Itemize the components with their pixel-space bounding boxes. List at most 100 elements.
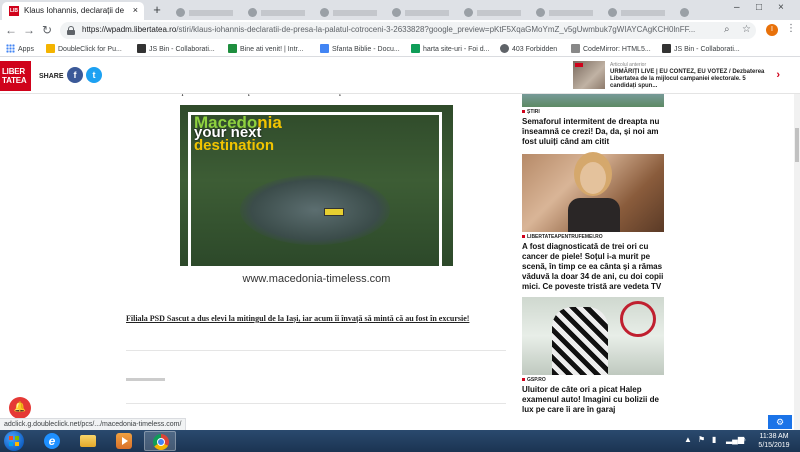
- story-title-link[interactable]: Uluitor de câte ori a picat Halep examen…: [522, 385, 667, 415]
- share-label: SHARE: [39, 73, 64, 80]
- zoom-magnifier-icon[interactable]: ⌕: [724, 24, 730, 35]
- taskbar-media-player[interactable]: [108, 431, 140, 451]
- tab-favicon-icon: [320, 8, 329, 18]
- bookmark-item[interactable]: Sfanta Biblie - Docu...: [320, 44, 400, 53]
- google-docs-icon: [320, 44, 329, 53]
- globe-icon: [500, 44, 509, 53]
- windows-taskbar: e ▲ ⚑ ▮ ▂▄▆ ♪ 11:38 AM 5/15/2019: [0, 430, 800, 452]
- maximize-button[interactable]: □: [756, 2, 762, 13]
- bookmark-item[interactable]: CodeMirror: HTML5...: [571, 44, 651, 53]
- profile-avatar[interactable]: I: [766, 24, 778, 36]
- forward-arrow-icon[interactable]: →: [22, 23, 36, 37]
- bookmark-item[interactable]: Bine ati venit! | Intr...: [228, 44, 303, 53]
- bookmark-item[interactable]: DoubleClick for Pu...: [46, 44, 122, 53]
- tab-background[interactable]: [248, 4, 312, 18]
- libertatea-favicon-icon: LIB: [9, 6, 19, 16]
- page-scrollbar[interactable]: [794, 58, 800, 430]
- flag-icon[interactable]: ⚑: [698, 435, 705, 444]
- tab-background[interactable]: [536, 4, 600, 18]
- advert-url: www.macedonia-timeless.com: [242, 273, 391, 285]
- bookmark-item[interactable]: JS Bin - Collaborati...: [137, 44, 215, 53]
- bookmarks-bar: Apps DoubleClick for Pu... JS Bin - Coll…: [0, 41, 800, 57]
- volume-icon[interactable]: ♪: [742, 435, 746, 444]
- link-status-bar: adclick.g.doubleclick.net/pcs/.../macedo…: [0, 418, 187, 430]
- bookmark-star-icon[interactable]: ☆: [742, 24, 751, 35]
- taskbar-ie[interactable]: e: [36, 431, 68, 451]
- story-title-link[interactable]: A fost diagnosticată de trei ori cu canc…: [522, 242, 667, 292]
- system-clock[interactable]: 11:38 AM 5/15/2019: [752, 432, 796, 450]
- jsbin-icon: [137, 44, 146, 53]
- back-arrow-icon[interactable]: ←: [4, 23, 18, 37]
- settings-gear-icon[interactable]: ⚙: [768, 415, 792, 429]
- chrome-icon: [153, 434, 169, 450]
- doubleclick-icon: [46, 44, 55, 53]
- url-text[interactable]: https://wpadm.libertatea.ro/stiri/klaus-…: [82, 25, 702, 34]
- new-tab-button[interactable]: +: [150, 3, 164, 17]
- screen: LIB Klaus Iohannis, declarații de pres ×…: [0, 0, 800, 452]
- site-favicon-icon: [228, 44, 237, 53]
- internet-explorer-icon: e: [44, 433, 60, 449]
- media-player-icon: [116, 433, 132, 449]
- previous-article-ticker[interactable]: Articolul anterior URMĂRIȚI LIVE | EU CO…: [573, 61, 788, 91]
- minimize-button[interactable]: –: [734, 2, 740, 13]
- site-header: LIBER TATEA SHARE f t Articolul anterior …: [0, 58, 800, 94]
- browser-toolbar: ← → ↻ https://wpadm.libertatea.ro/stiri/…: [0, 20, 800, 41]
- tab-active[interactable]: LIB Klaus Iohannis, declarații de pres ×: [2, 2, 144, 20]
- reload-icon[interactable]: ↻: [40, 23, 54, 37]
- facebook-share-icon[interactable]: f: [67, 67, 83, 83]
- divider: [126, 403, 506, 404]
- bookmark-item[interactable]: JS Bin - Collaborati...: [662, 44, 740, 53]
- bookmark-item[interactable]: harta site-uri - Foi d...: [411, 44, 490, 53]
- libertatea-logo[interactable]: LIBER TATEA: [0, 61, 31, 91]
- tab-background[interactable]: [392, 4, 456, 18]
- story-thumbnail[interactable]: [522, 297, 664, 375]
- codemirror-icon: [571, 44, 580, 53]
- story-title-link[interactable]: Semaforul intermitent de dreapta nu înse…: [522, 117, 667, 147]
- tab-background[interactable]: [608, 4, 672, 18]
- placeholder-bar: [126, 378, 165, 381]
- scrollbar-thumb[interactable]: [795, 128, 799, 162]
- story-thumbnail[interactable]: [522, 154, 664, 232]
- network-icon[interactable]: ▮: [712, 435, 716, 444]
- ticker-headline[interactable]: URMĂRIȚI LIVE | EU CONTEZ, EU VOTEZ / De…: [610, 69, 770, 90]
- advert-tagline: destination: [194, 137, 275, 154]
- taskbar-chrome[interactable]: [144, 431, 176, 451]
- bookmark-item[interactable]: 403 Forbidden: [500, 44, 557, 53]
- macedonia-advert-banner[interactable]: Macedonia your next destination www.mace…: [180, 105, 453, 294]
- tab-favicon-icon: [464, 8, 473, 18]
- tab-background[interactable]: [464, 4, 528, 18]
- tab-favicon-icon: [248, 8, 257, 18]
- menu-kebab-icon[interactable]: ⋮: [786, 23, 796, 34]
- chevron-right-icon[interactable]: ›: [776, 69, 780, 81]
- bookmark-apps[interactable]: Apps: [6, 44, 34, 53]
- tab-background[interactable]: [680, 4, 720, 18]
- tab-favicon-icon: [176, 8, 185, 18]
- story-category[interactable]: LIBERTATEAPENTRUFEMEI.RO: [522, 234, 603, 240]
- story-category[interactable]: GSP.RO: [522, 377, 546, 383]
- start-button-icon[interactable]: [4, 431, 24, 451]
- web-page: Libertatea va va prezenta cele mai impor…: [0, 58, 800, 430]
- ticker-thumbnail: [573, 61, 605, 89]
- sidebar-recommendations: ȘTIRI Semaforul intermitent de dreapta n…: [522, 58, 668, 430]
- twitter-share-icon[interactable]: t: [86, 67, 102, 83]
- google-sheets-icon: [411, 44, 420, 53]
- story-category[interactable]: ȘTIRI: [522, 109, 540, 115]
- tray-arrow-icon[interactable]: ▲: [684, 435, 692, 444]
- tab-title: Klaus Iohannis, declarații de pres: [24, 6, 124, 15]
- divider: [126, 350, 506, 351]
- ticker-meta: Articolul anterior: [610, 62, 647, 68]
- tab-background[interactable]: [320, 4, 384, 18]
- close-window-button[interactable]: ×: [778, 2, 784, 13]
- tab-favicon-icon: [536, 8, 545, 18]
- tab-close-icon[interactable]: ×: [133, 5, 138, 15]
- lock-icon: [67, 26, 75, 35]
- jsbin-icon: [662, 44, 671, 53]
- related-article-link[interactable]: Filiala PSD Sascut a dus elevi la miting…: [126, 313, 506, 325]
- notification-bell-icon[interactable]: 🔔: [9, 397, 31, 419]
- address-bar[interactable]: https://wpadm.libertatea.ro/stiri/klaus-…: [60, 22, 756, 39]
- tab-favicon-icon: [680, 8, 689, 18]
- folder-icon: [80, 435, 96, 447]
- taskbar-explorer[interactable]: [72, 431, 104, 451]
- tab-background[interactable]: [176, 4, 240, 18]
- apps-grid-icon: [6, 44, 15, 53]
